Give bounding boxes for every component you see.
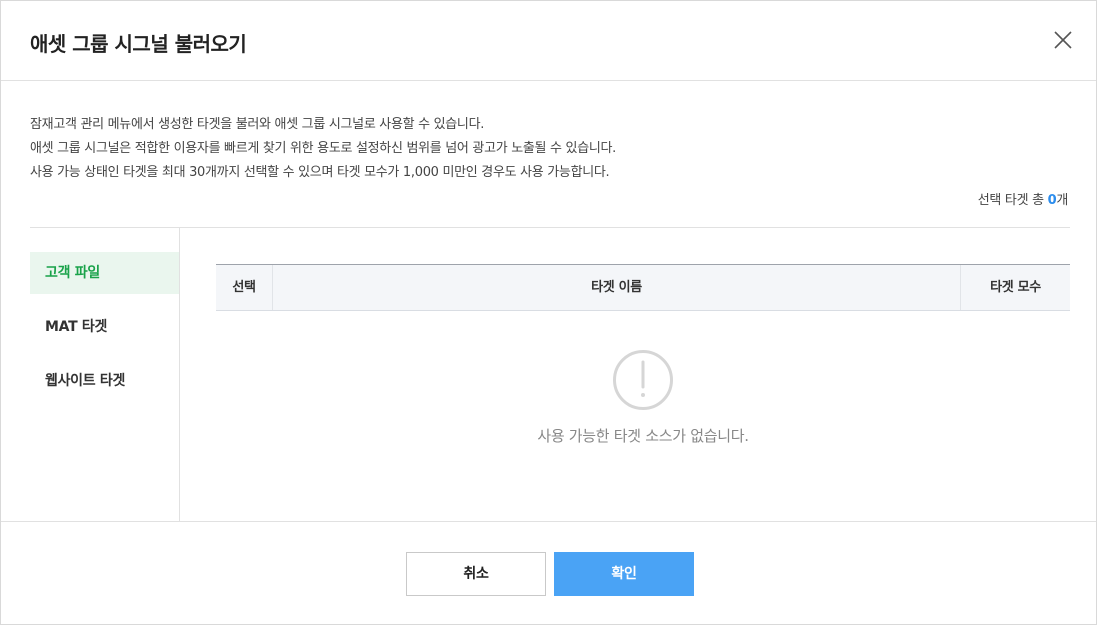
description-line: 사용 가능 상태인 타겟을 최대 30개까지 선택할 수 있으며 타겟 모수가 … [30,165,610,180]
column-header-target-name: 타겟 이름 [273,265,961,310]
column-header-target-size: 타겟 모수 [990,280,1041,295]
target-table: 선택 타겟 이름 타겟 모수 [216,264,1070,311]
selected-target-count: 선택 타겟 총 0개 [977,189,1069,208]
empty-state: 사용 가능한 타겟 소스가 없습니다. [216,349,1070,446]
column-header-select: 선택 [216,265,273,310]
table-header: 선택 타겟 이름 타겟 모수 [216,264,1070,311]
sidebar-item-website-target[interactable]: 웹사이트 타겟 [30,360,179,402]
footer-divider [1,521,1096,522]
cancel-button[interactable]: 취소 [406,552,546,596]
sidebar-item-customer-file[interactable]: 고객 파일 [30,252,179,294]
sidebar-item-mat-target[interactable]: MAT 타겟 [30,306,179,348]
selected-count-prefix: 선택 타겟 총 [977,193,1048,208]
dialog-description: 잠재고객 관리 메뉴에서 생성한 타겟을 불러와 애셋 그룹 시그널로 사용할 … [30,113,1070,185]
selected-count-suffix: 개 [1056,193,1068,208]
load-signal-dialog: 애셋 그룹 시그널 불러오기 잠재고객 관리 메뉴에서 생성한 타겟을 불러와 … [0,0,1097,625]
close-button[interactable] [1049,26,1077,54]
divider [30,227,1070,228]
dialog-header: 애셋 그룹 시그널 불러오기 [1,1,1096,81]
target-source-sidebar: 고객 파일 MAT 타겟 웹사이트 타겟 [30,228,180,521]
description-line: 잠재고객 관리 메뉴에서 생성한 타겟을 불러와 애셋 그룹 시그널로 사용할 … [30,117,485,132]
empty-state-message: 사용 가능한 타겟 소스가 없습니다. [537,427,749,445]
exclamation-circle-icon [613,350,673,410]
dialog-title: 애셋 그룹 시그널 불러오기 [30,32,247,56]
close-icon [1054,31,1072,49]
description-line: 애셋 그룹 시그널은 적합한 이용자를 빠르게 찾기 위한 용도로 설정하신 범… [30,141,617,156]
confirm-button[interactable]: 확인 [554,552,694,596]
